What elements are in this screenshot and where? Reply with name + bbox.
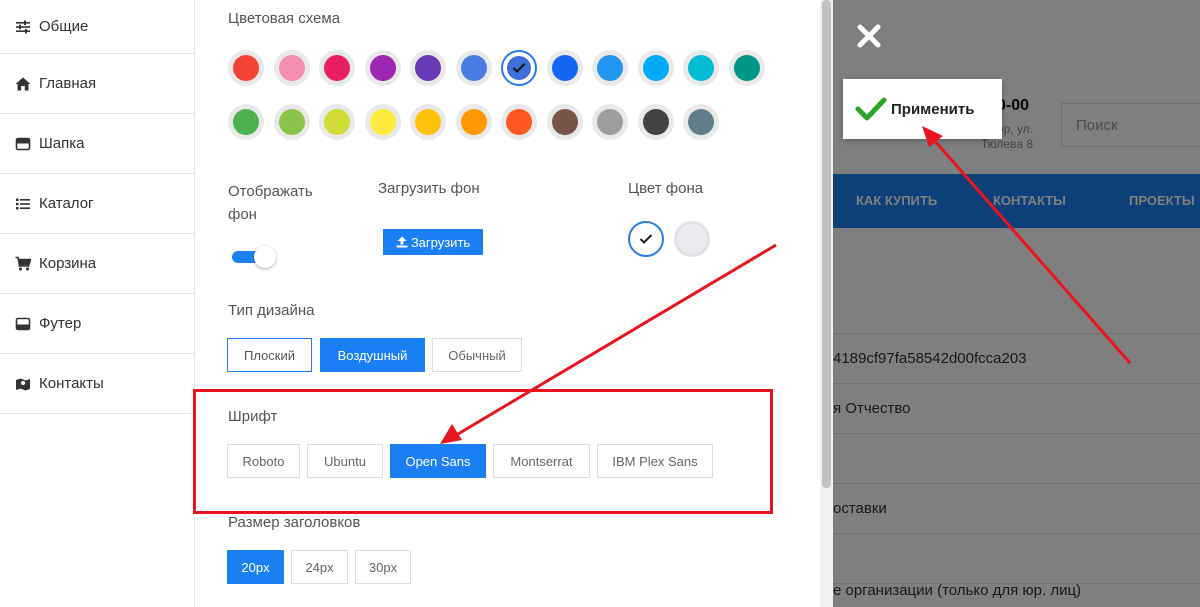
color-swatch[interactable]: [273, 50, 310, 86]
sidebar-item-label: Каталог: [39, 195, 94, 212]
sidebar-item-label: Контакты: [39, 375, 104, 392]
cart-icon: [14, 256, 32, 272]
swatch-dot: [415, 55, 441, 81]
heading-size-20-button[interactable]: 20px: [227, 550, 284, 584]
color-swatch[interactable]: [455, 104, 492, 140]
color-swatch[interactable]: [637, 50, 674, 86]
bg-color-label: Цвет фона: [628, 180, 704, 197]
home-icon: [14, 76, 32, 92]
swatch-dot: [233, 109, 259, 135]
swatch-dot: [233, 55, 259, 81]
swatch-dot: [415, 109, 441, 135]
list-icon: [14, 196, 32, 212]
sidebar-item-label: Корзина: [39, 255, 97, 272]
swatch-dot: [460, 109, 487, 135]
swatch-dot: [506, 109, 532, 135]
heading-size-30-button[interactable]: 30px: [355, 550, 411, 584]
swatch-dot: [597, 55, 623, 81]
color-scheme-label: Цветовая схема: [228, 10, 341, 27]
color-swatch[interactable]: [228, 104, 264, 140]
swatch-dot: [369, 109, 396, 135]
swatch-dot: [460, 55, 487, 81]
swatch-dot: [733, 55, 760, 81]
design-airy-button[interactable]: Воздушный: [320, 338, 425, 372]
color-swatch[interactable]: [455, 50, 492, 86]
swatch-dot: [551, 109, 578, 135]
color-swatch[interactable]: [319, 104, 355, 140]
footer-icon: [14, 316, 32, 332]
bg-color-white[interactable]: [628, 221, 664, 257]
sliders-icon: [14, 19, 32, 35]
sidebar-item-label: Общие: [39, 18, 89, 35]
checkmark-icon: [855, 97, 887, 121]
settings-panel: Цветовая схема Отображать фон Загрузить …: [196, 0, 820, 607]
apply-button[interactable]: Применить: [843, 79, 1002, 139]
upload-icon: [396, 236, 408, 248]
settings-sidebar: Общие Главная Шапка Каталог Корзина Футе…: [0, 0, 195, 607]
check-icon: [639, 234, 653, 244]
sidebar-item-label: Шапка: [39, 135, 85, 152]
sidebar-item-contacts[interactable]: Контакты: [0, 354, 194, 414]
sidebar-item-label: Футер: [39, 315, 82, 332]
color-swatch[interactable]: [501, 50, 537, 86]
swatch-dot: [688, 109, 714, 135]
color-swatch[interactable]: [546, 104, 583, 140]
color-swatch[interactable]: [273, 104, 310, 140]
color-swatch[interactable]: [592, 50, 628, 86]
close-icon[interactable]: [857, 24, 881, 48]
swatch-dot: [551, 55, 578, 81]
color-swatch[interactable]: [637, 104, 674, 140]
color-swatch[interactable]: [410, 104, 446, 140]
color-swatch[interactable]: [410, 50, 446, 86]
design-type-label: Тип дизайна: [228, 302, 315, 319]
swatch-dot: [688, 55, 714, 81]
sidebar-item-label: Главная: [39, 75, 97, 92]
swatch-dot: [642, 109, 669, 135]
color-swatch[interactable]: [683, 104, 719, 140]
map-icon: [14, 376, 32, 392]
panel-scrollbar[interactable]: [820, 0, 833, 607]
sidebar-item-catalog[interactable]: Каталог: [0, 174, 194, 234]
sidebar-item-general[interactable]: Общие: [0, 0, 194, 54]
swatch-dot: [278, 109, 305, 135]
heading-size-24-button[interactable]: 24px: [291, 550, 348, 584]
swatch-dot: [597, 109, 623, 135]
design-flat-button[interactable]: Плоский: [227, 338, 312, 372]
color-swatch[interactable]: [228, 50, 264, 86]
scrollbar-thumb[interactable]: [822, 0, 831, 488]
bg-color-gray[interactable]: [674, 221, 710, 257]
toggle-knob: [254, 246, 276, 268]
show-bg-label: Отображать фон: [228, 183, 313, 223]
apply-button-label: Применить: [891, 100, 975, 118]
check-icon: [512, 63, 526, 73]
swatch-dot: [324, 55, 350, 81]
design-normal-button[interactable]: Обычный: [432, 338, 522, 372]
show-bg-toggle[interactable]: [232, 246, 276, 268]
upload-button-label: Загрузить: [410, 234, 471, 250]
color-swatch[interactable]: [683, 50, 719, 86]
color-swatch[interactable]: [364, 104, 401, 140]
swatch-dot: [369, 55, 396, 81]
color-swatch[interactable]: [592, 104, 628, 140]
heading-size-label: Размер заголовков: [228, 514, 361, 531]
color-swatch[interactable]: [546, 50, 583, 86]
sidebar-item-main[interactable]: Главная: [0, 54, 194, 114]
swatch-dot: [324, 109, 350, 135]
font-highlight-box: [193, 389, 773, 514]
color-swatch[interactable]: [501, 104, 537, 140]
sidebar-item-header[interactable]: Шапка: [0, 114, 194, 174]
color-swatch[interactable]: [319, 50, 355, 86]
swatch-dot: [642, 55, 669, 81]
upload-button[interactable]: Загрузить: [383, 229, 483, 255]
sidebar-item-footer[interactable]: Футер: [0, 294, 194, 354]
sidebar-item-cart[interactable]: Корзина: [0, 234, 194, 294]
upload-bg-label: Загрузить фон: [378, 180, 480, 197]
swatch-dot: [507, 56, 531, 80]
swatch-dot: [278, 55, 305, 81]
header-icon: [14, 136, 32, 152]
color-swatch[interactable]: [728, 50, 765, 86]
color-swatch[interactable]: [364, 50, 401, 86]
